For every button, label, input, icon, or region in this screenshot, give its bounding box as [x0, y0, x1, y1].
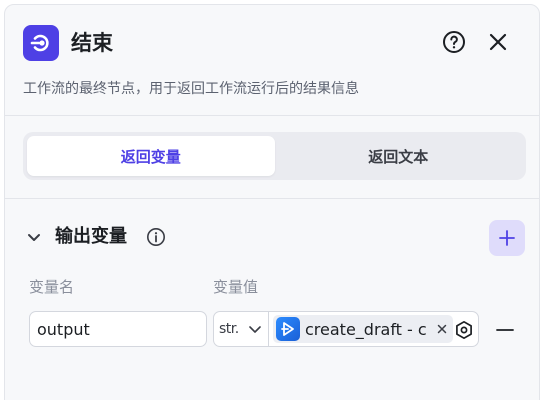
variable-reference-text: create_draft - c — [305, 319, 427, 339]
output-section-title: 输出变量 — [55, 226, 127, 247]
tab-return-variables[interactable]: 返回变量 — [27, 136, 275, 176]
plus-icon — [499, 230, 515, 246]
mode-tabs: 返回变量 返回文本 — [23, 132, 526, 180]
variable-value-field: str. create_draft - c — [213, 311, 479, 347]
variable-reference-chip[interactable]: create_draft - c — [273, 315, 453, 343]
node-description: 工作流的最终节点，用于返回工作流运行后的结果信息 — [23, 81, 359, 97]
chevron-down-icon — [249, 326, 261, 333]
info-icon[interactable] — [146, 227, 166, 247]
node-title: 结束 — [71, 31, 113, 55]
variable-type-label: str. — [219, 321, 239, 337]
remove-variable-button[interactable] — [494, 321, 516, 339]
section-divider — [5, 198, 539, 199]
output-section-header: 输出变量 — [23, 220, 525, 256]
variable-picker-icon[interactable] — [454, 320, 474, 340]
add-variable-button[interactable] — [489, 220, 525, 256]
chevron-down-icon[interactable] — [25, 228, 43, 246]
minus-icon — [496, 329, 514, 331]
header-divider — [5, 115, 539, 116]
panel-header: 结束 — [23, 25, 523, 65]
end-node-panel: 结束 工作流的最终节点，用于返回工作流运行后的结果信息 返回变量 返回文本 输出… — [4, 4, 540, 400]
end-node-icon — [23, 25, 59, 61]
variable-name-input[interactable]: output — [29, 311, 207, 347]
plugin-icon — [276, 317, 300, 341]
close-icon[interactable] — [485, 29, 511, 55]
column-label-name: 变量名 — [29, 278, 75, 296]
column-label-value: 变量值 — [213, 278, 259, 296]
remove-reference-icon[interactable] — [434, 321, 450, 337]
question-circle-icon[interactable] — [441, 29, 467, 55]
tab-return-text[interactable]: 返回文本 — [275, 136, 523, 176]
variable-type-select[interactable]: str. — [214, 312, 269, 346]
